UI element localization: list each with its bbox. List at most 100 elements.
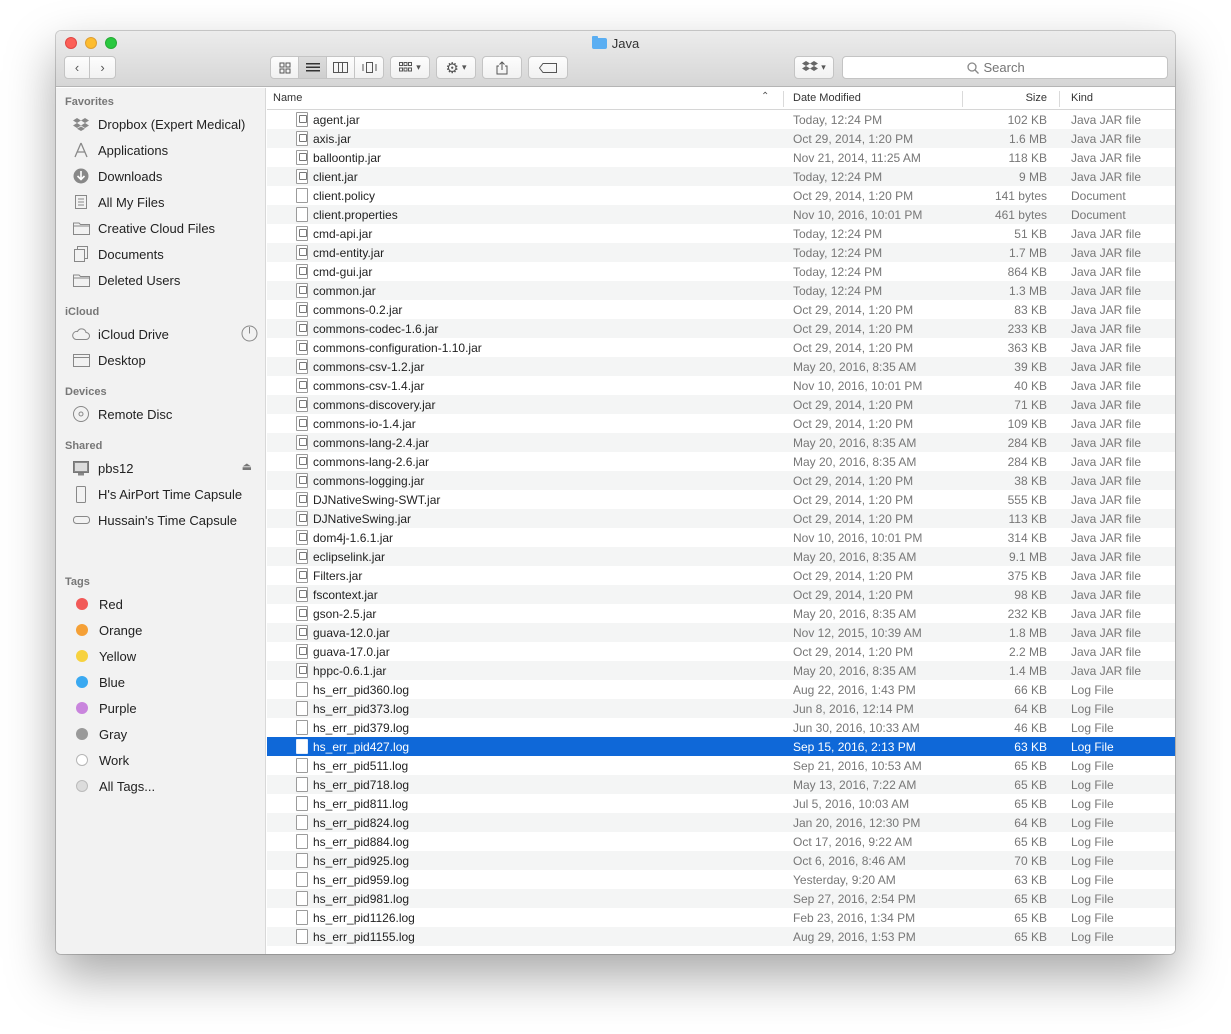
- table-row[interactable]: commons-csv-1.4.jar Nov 10, 2016, 10:01 P…: [267, 376, 1175, 395]
- table-row[interactable]: agent.jar Today, 12:24 PM 102 KB Java JAR f…: [267, 110, 1175, 129]
- sidebar-item-documents[interactable]: Documents: [72, 243, 258, 265]
- sidebar-item-downloads[interactable]: Downloads: [72, 165, 258, 187]
- sidebar-item-dropbox[interactable]: Dropbox (Expert Medical): [72, 113, 258, 135]
- file-name: commons-lang-2.6.jar: [313, 455, 430, 469]
- table-row[interactable]: guava-12.0.jar Nov 12, 2015, 10:39 AM 1.8 …: [267, 623, 1175, 642]
- table-row[interactable]: commons-configuration-1.10.jar Oct 29, 20…: [267, 338, 1175, 357]
- sidebar-item-tag-yellow[interactable]: Yellow: [72, 645, 258, 667]
- search-field[interactable]: [842, 56, 1168, 79]
- arrange-button[interactable]: ▾: [390, 56, 430, 79]
- coverflow-view-button[interactable]: [355, 57, 383, 78]
- sidebar-item-all-tags[interactable]: All Tags...: [72, 775, 258, 797]
- sidebar-item-applications[interactable]: Applications: [72, 139, 258, 161]
- table-row[interactable]: DJNativeSwing-SWT.jar Oct 29, 2014, 1:20 …: [267, 490, 1175, 509]
- sidebar-item-tag-red[interactable]: Red: [72, 593, 258, 615]
- table-row[interactable]: eclipselink.jar May 20, 2016, 8:35 AM 9.1 …: [267, 547, 1175, 566]
- column-header-size[interactable]: Size: [1026, 92, 1047, 104]
- file-size: 64 KB: [1014, 702, 1047, 716]
- list-icon: [305, 63, 320, 72]
- file-name: dom4j-1.6.1.jar: [313, 531, 394, 545]
- table-row[interactable]: commons-lang-2.4.jar May 20, 2016, 8:35 A…: [267, 433, 1175, 452]
- file-date-modified: Oct 29, 2014, 1:20 PM: [793, 303, 914, 317]
- sidebar-item-all-my-files[interactable]: All My Files: [72, 191, 258, 213]
- jar-file-icon: [296, 568, 308, 583]
- table-row[interactable]: axis.jar Oct 29, 2014, 1:20 PM 1.6 MB Java …: [267, 129, 1175, 148]
- table-row[interactable]: client.policy Oct 29, 2014, 1:20 PM 141 by…: [267, 186, 1175, 205]
- table-row[interactable]: Filters.jar Oct 29, 2014, 1:20 PM 375 KB Ja…: [267, 566, 1175, 585]
- file-date-modified: May 20, 2016, 8:35 AM: [793, 436, 917, 450]
- sidebar-item-desktop[interactable]: Desktop: [72, 349, 258, 371]
- sidebar-item-tag-work[interactable]: Work: [72, 749, 258, 771]
- sidebar-item-tag-gray[interactable]: Gray: [72, 723, 258, 745]
- table-row[interactable]: hs_err_pid511.log Sep 21, 2016, 10:53 AM 6…: [267, 756, 1175, 775]
- sidebar-item-hussains-time-capsule[interactable]: Hussain's Time Capsule: [72, 509, 258, 531]
- table-row[interactable]: commons-0.2.jar Oct 29, 2014, 1:20 PM 83 K…: [267, 300, 1175, 319]
- table-row[interactable]: guava-17.0.jar Oct 29, 2014, 1:20 PM 2.2 M…: [267, 642, 1175, 661]
- table-row[interactable]: hs_err_pid884.log Oct 17, 2016, 9:22 AM 65…: [267, 832, 1175, 851]
- forward-button[interactable]: ›: [90, 57, 115, 78]
- table-row[interactable]: gson-2.5.jar May 20, 2016, 8:35 AM 232 KB J…: [267, 604, 1175, 623]
- sidebar-item-icloud-drive[interactable]: iCloud Drive: [72, 323, 258, 345]
- file-name: commons-configuration-1.10.jar: [313, 341, 482, 355]
- sidebar-item-creative-cloud[interactable]: Creative Cloud Files: [72, 217, 258, 239]
- table-row[interactable]: cmd-api.jar Today, 12:24 PM 51 KB Java JAR …: [267, 224, 1175, 243]
- share-button[interactable]: [482, 56, 522, 79]
- eject-icon[interactable]: ⏏: [242, 460, 252, 473]
- table-row[interactable]: hs_err_pid925.log Oct 6, 2016, 8:46 AM 70 …: [267, 851, 1175, 870]
- table-row[interactable]: client.jar Today, 12:24 PM 9 MB Java JAR fi…: [267, 167, 1175, 186]
- action-button[interactable]: ⚙ ▾: [436, 56, 476, 79]
- table-row[interactable]: client.properties Nov 10, 2016, 10:01 PM 4…: [267, 205, 1175, 224]
- sidebar-item-airport-time-capsule[interactable]: H's AirPort Time Capsule: [72, 483, 258, 505]
- table-row[interactable]: common.jar Today, 12:24 PM 1.3 MB Java JAR …: [267, 281, 1175, 300]
- icon-view-button[interactable]: [271, 57, 299, 78]
- table-row[interactable]: dom4j-1.6.1.jar Nov 10, 2016, 10:01 PM 314…: [267, 528, 1175, 547]
- sync-progress-icon[interactable]: [241, 325, 258, 345]
- table-row[interactable]: commons-discovery.jar Oct 29, 2014, 1:20 …: [267, 395, 1175, 414]
- table-row[interactable]: cmd-gui.jar Today, 12:24 PM 864 KB Java JAR…: [267, 262, 1175, 281]
- search-input[interactable]: [983, 60, 1044, 75]
- table-row[interactable]: hs_err_pid379.log Jun 30, 2016, 10:33 AM 4…: [267, 718, 1175, 737]
- file-size: 9 MB: [1018, 170, 1047, 184]
- sidebar-item-tag-blue[interactable]: Blue: [72, 671, 258, 693]
- column-view-button[interactable]: [327, 57, 355, 78]
- table-row[interactable]: cmd-entity.jar Today, 12:24 PM 1.7 MB Java …: [267, 243, 1175, 262]
- table-row[interactable]: hs_err_pid1126.log Feb 23, 2016, 1:34 PM 6…: [267, 908, 1175, 927]
- table-row[interactable]: hppc-0.6.1.jar May 20, 2016, 8:35 AM 1.4 M…: [267, 661, 1175, 680]
- sidebar-item-deleted-users[interactable]: Deleted Users: [72, 269, 258, 291]
- file-date-modified: Oct 29, 2014, 1:20 PM: [793, 569, 914, 583]
- tag-button[interactable]: [528, 56, 568, 79]
- table-row[interactable]: DJNativeSwing.jar Oct 29, 2014, 1:20 PM 11…: [267, 509, 1175, 528]
- table-row[interactable]: hs_err_pid824.log Jan 20, 2016, 12:30 PM 6…: [267, 813, 1175, 832]
- table-row[interactable]: hs_err_pid718.log May 13, 2016, 7:22 AM 65…: [267, 775, 1175, 794]
- table-row[interactable]: commons-io-1.4.jar Oct 29, 2014, 1:20 PM 1…: [267, 414, 1175, 433]
- table-row[interactable]: hs_err_pid373.log Jun 8, 2016, 12:14 PM 64…: [267, 699, 1175, 718]
- sort-ascending-icon[interactable]: ⌃: [761, 91, 769, 102]
- file-name: hs_err_pid511.log: [313, 759, 409, 773]
- chevron-right-icon: ›: [100, 60, 105, 75]
- dropbox-button[interactable]: ▾: [794, 56, 834, 79]
- sidebar-item-tag-purple[interactable]: Purple: [72, 697, 258, 719]
- column-header-date[interactable]: Date Modified: [793, 92, 861, 104]
- table-row[interactable]: commons-codec-1.6.jar Oct 29, 2014, 1:20 …: [267, 319, 1175, 338]
- table-row[interactable]: fscontext.jar Oct 29, 2014, 1:20 PM 98 KB J…: [267, 585, 1175, 604]
- sidebar-item-label: H's AirPort Time Capsule: [98, 486, 243, 502]
- table-row[interactable]: commons-logging.jar Oct 29, 2014, 1:20 PM…: [267, 471, 1175, 490]
- file-name: hppc-0.6.1.jar: [313, 664, 387, 678]
- sidebar-item-pbs12[interactable]: pbs12 ⏏: [72, 457, 258, 479]
- list-view-button[interactable]: [299, 57, 327, 78]
- column-header-name[interactable]: Name: [273, 92, 302, 104]
- table-row[interactable]: hs_err_pid981.log Sep 27, 2016, 2:54 PM 65…: [267, 889, 1175, 908]
- sidebar-item-remote-disc[interactable]: Remote Disc: [72, 403, 258, 425]
- table-row[interactable]: hs_err_pid427.log Sep 15, 2016, 2:13 PM 63…: [267, 737, 1175, 756]
- back-button[interactable]: ‹: [65, 57, 91, 78]
- table-row[interactable]: commons-lang-2.6.jar May 20, 2016, 8:35 A…: [267, 452, 1175, 471]
- file-date-modified: May 20, 2016, 8:35 AM: [793, 664, 917, 678]
- table-row[interactable]: hs_err_pid959.log Yesterday, 9:20 AM 63 KB…: [267, 870, 1175, 889]
- table-row[interactable]: balloontip.jar Nov 21, 2014, 11:25 AM 118 …: [267, 148, 1175, 167]
- table-row[interactable]: hs_err_pid811.log Jul 5, 2016, 10:03 AM 65…: [267, 794, 1175, 813]
- table-row[interactable]: hs_err_pid360.log Aug 22, 2016, 1:43 PM 66…: [267, 680, 1175, 699]
- table-row[interactable]: commons-csv-1.2.jar May 20, 2016, 8:35 AM…: [267, 357, 1175, 376]
- column-header-kind[interactable]: Kind: [1071, 92, 1093, 104]
- table-row[interactable]: hs_err_pid1155.log Aug 29, 2016, 1:53 PM 6…: [267, 927, 1175, 946]
- sidebar-item-tag-orange[interactable]: Orange: [72, 619, 258, 641]
